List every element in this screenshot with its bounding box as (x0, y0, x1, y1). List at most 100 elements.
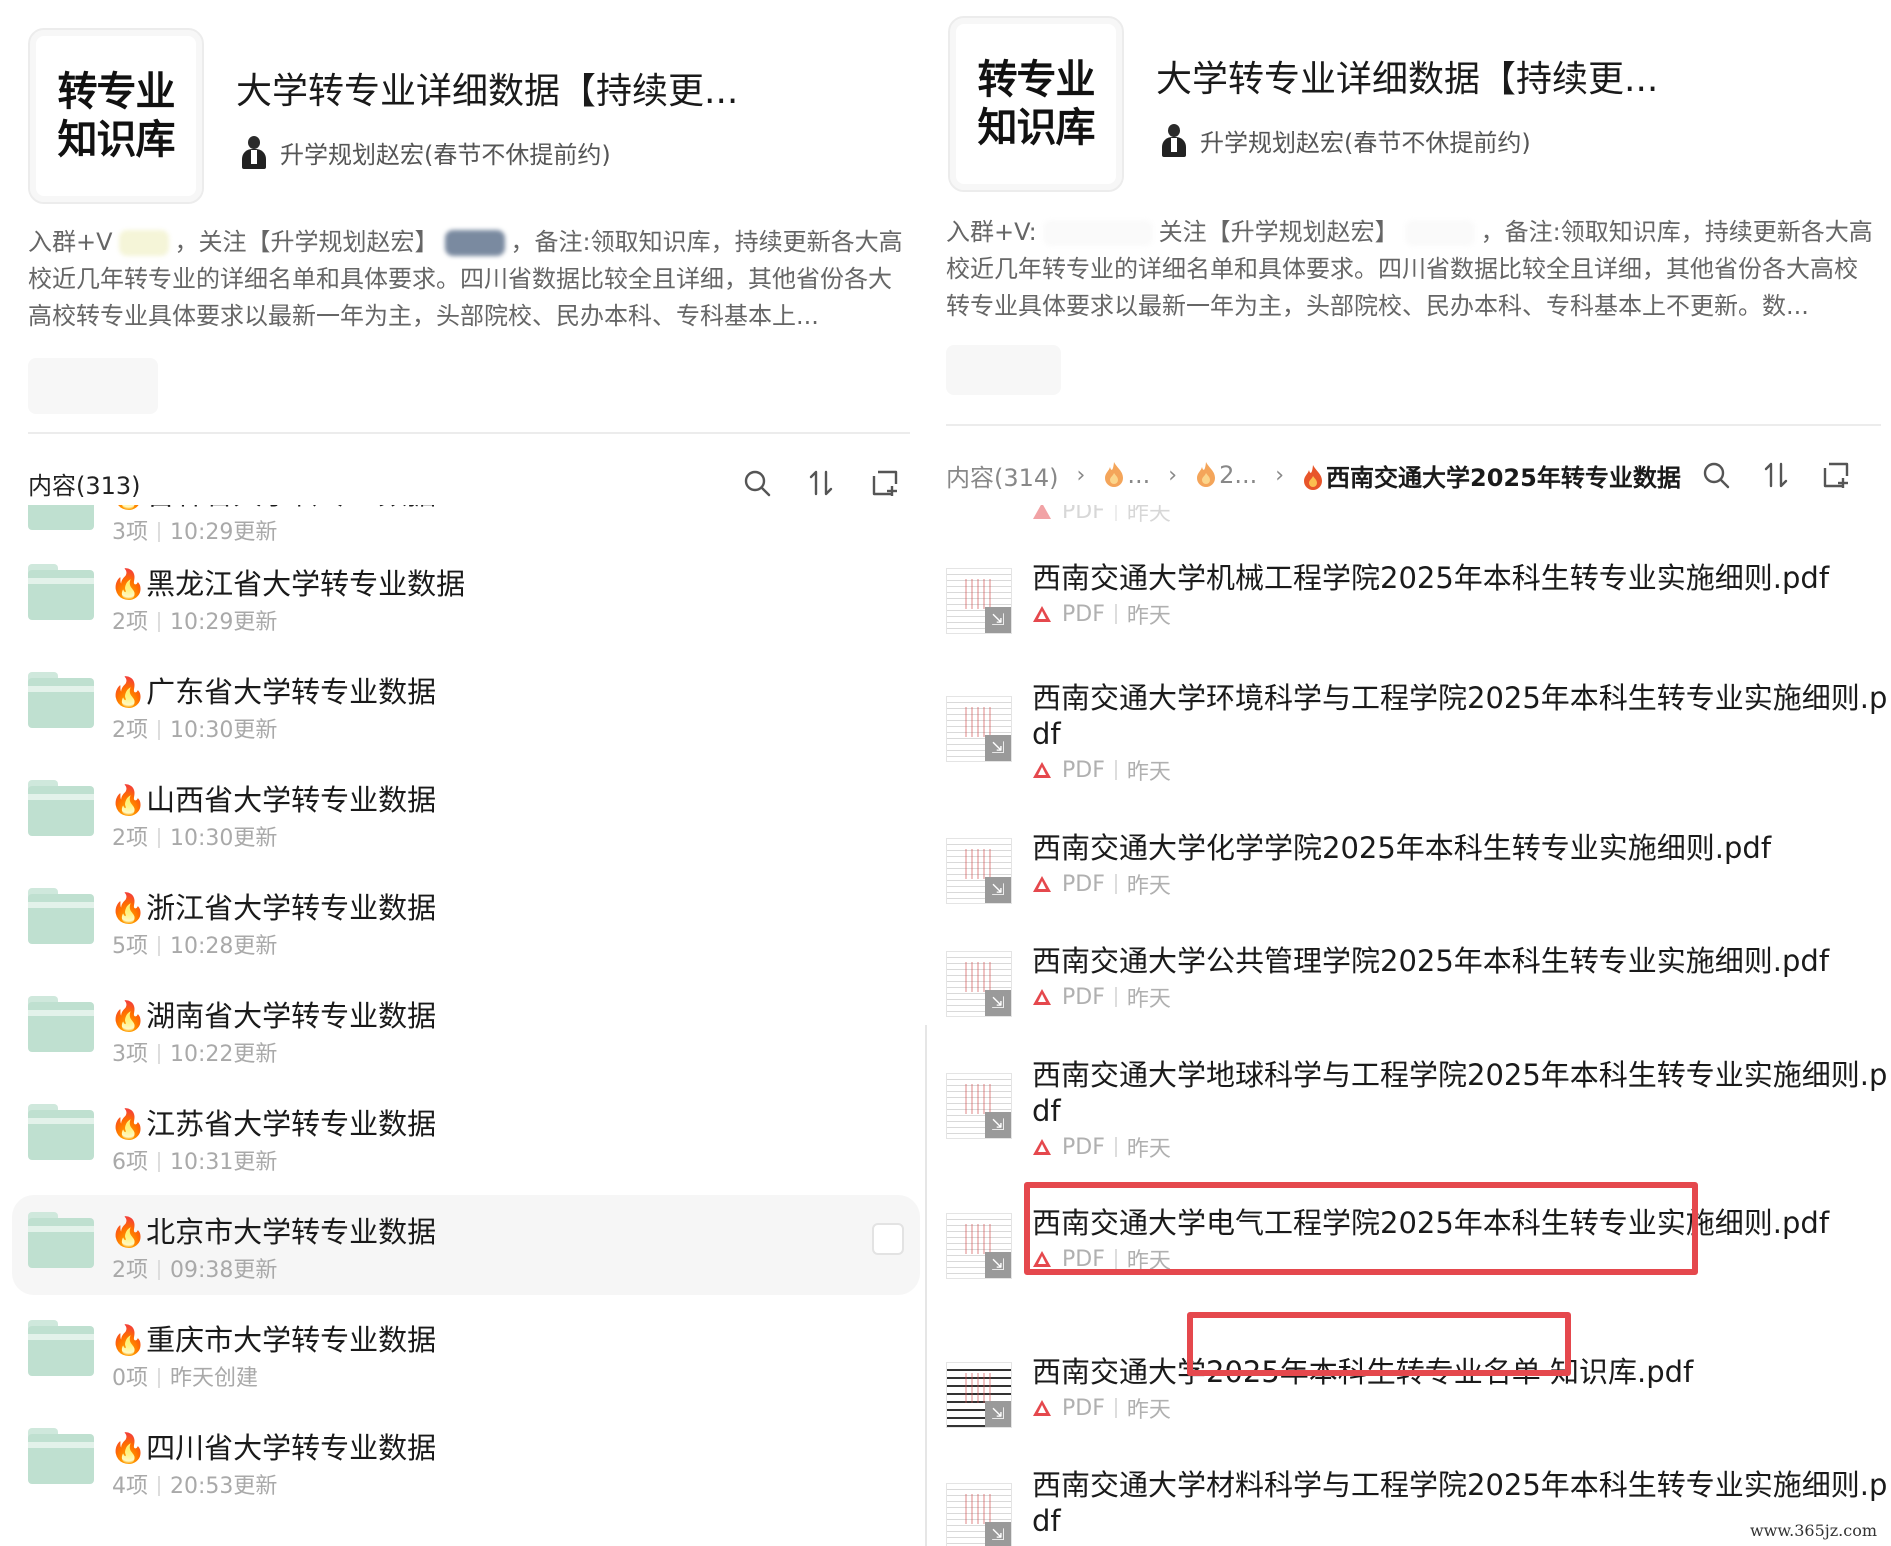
kb-author[interactable]: 升学规划赵宏(春节不休提前约) (240, 134, 611, 170)
folder-row[interactable]: 🔥山西省大学转专业数据 2项 10:30更新 (12, 763, 920, 863)
file-time: 昨天 (1126, 1137, 1171, 1162)
file-time: 昨天 (1126, 987, 1171, 1012)
right-knowledge-base-panel: 转专业 知识库 大学转专业详细数据【持续更... 升学规划赵宏(春节不休提前约)… (930, 0, 1891, 1546)
folder-icon (28, 996, 94, 1052)
add-folder-icon[interactable] (870, 468, 900, 498)
author-name: 升学规划赵宏(春节不休提前约) (280, 140, 611, 169)
folder-count: 3项 (112, 1042, 148, 1067)
folder-name: 🔥湖南省大学转专业数据 (110, 999, 437, 1033)
pdf-thumbnail: ⇲ (946, 951, 1012, 1017)
pdf-icon (1033, 989, 1051, 1005)
file-meta: PDF 昨天 (1032, 868, 1171, 900)
folder-time: 10:22更新 (170, 1042, 278, 1067)
breadcrumb: 内容(314) › ... › 2... › 西南交通大学2025年转专业数据 (946, 458, 1681, 493)
folder-name: 🔥广东省大学转专业数据 (110, 675, 437, 709)
file-name: 西南交通大学环境科学与工程学院2025年本科生转专业实施细则.pdf (1032, 681, 1888, 751)
folder-row[interactable]: 🔥北京市大学转专业数据 2项 09:38更新 (12, 1195, 920, 1295)
pdf-icon (1033, 1139, 1051, 1155)
file-row[interactable]: ⇲ 西南交通大学化学学院2025年本科生转专业实施细则.pdf PDF 昨天 (946, 830, 1881, 920)
redacted-wechat (118, 230, 169, 256)
avatar (240, 134, 268, 170)
sort-icon[interactable] (1761, 460, 1791, 490)
folder-name: 🔥四川省大学转专业数据 (110, 1431, 437, 1465)
divider (946, 424, 1881, 426)
folder-meta: 6项 10:31更新 (112, 1144, 277, 1176)
file-meta: PDF 昨天 (1032, 505, 1171, 527)
folder-icon (28, 505, 94, 530)
file-name: 西南交通大学地球科学与工程学院2025年本科生转专业实施细则.pdf (1032, 1058, 1888, 1128)
kb-logo-line2: 知识库 (977, 105, 1096, 151)
folder-name: 🔥黑龙江省大学转专业数据 (110, 567, 466, 601)
file-time: 昨天 (1126, 1249, 1171, 1274)
kb-tag-placeholder (946, 345, 1061, 395)
file-type: PDF (1062, 505, 1105, 524)
breadcrumb-current-label: 西南交通大学2025年转专业数据 (1326, 463, 1681, 492)
folder-time: 昨天创建 (170, 1366, 259, 1391)
file-row[interactable]: ⇲ 西南交通大学2025年本科生转专业名单 知识库.pdf PDF 昨天 (946, 1354, 1881, 1444)
folder-meta: 4项 20:53更新 (112, 1468, 277, 1500)
folder-meta: 2项 10:29更新 (112, 604, 277, 636)
folder-count: 2项 (112, 610, 148, 635)
search-icon[interactable] (742, 468, 772, 498)
pdf-icon (1033, 876, 1051, 892)
folder-time: 10:30更新 (170, 826, 278, 851)
folder-row[interactable]: 🔥湖南省大学转专业数据 3项 10:22更新 (12, 979, 920, 1079)
folder-name: 🔥吉林省大学转专业数据 (110, 505, 436, 513)
chevron-right-icon: › (1275, 462, 1285, 488)
file-row[interactable]: ⇲ 西南交通大学地球科学与工程学院2025年本科生转专业实施细则.pdf PDF… (946, 1057, 1887, 1177)
add-folder-icon[interactable] (1821, 460, 1851, 490)
pdf-thumbnail: ⇲ (946, 1483, 1012, 1546)
folder-time: 10:31更新 (170, 1150, 278, 1175)
pdf-thumbnail: ⇲ (946, 1213, 1012, 1279)
pdf-thumbnail: ⇲ (946, 1073, 1012, 1139)
kb-author[interactable]: 升学规划赵宏(春节不休提前约) (1160, 122, 1531, 158)
kb-title[interactable]: 大学转专业详细数据【持续更... (1156, 50, 1658, 102)
desc-part1: 入群+V: (946, 218, 1037, 246)
content-bar: 内容(314) › ... › 2... › 西南交通大学2025年转专业数据 (946, 452, 1861, 498)
folder-row[interactable]: 🔥四川省大学转专业数据 4项 20:53更新 (12, 1411, 920, 1511)
file-row-partial[interactable]: PDF 昨天 (946, 505, 1881, 526)
kb-title[interactable]: 大学转专业详细数据【持续更... (236, 62, 738, 114)
kb-logo-line1: 转专业 (977, 57, 1096, 103)
author-name: 升学规划赵宏(春节不休提前约) (1200, 128, 1531, 157)
file-row[interactable]: ⇲ 西南交通大学环境科学与工程学院2025年本科生转专业实施细则.pdf PDF… (946, 680, 1887, 800)
divider (28, 432, 910, 434)
folder-row[interactable]: 🔥重庆市大学转专业数据 0项 昨天创建 (12, 1303, 920, 1403)
file-row[interactable]: ⇲ 西南交通大学公共管理学院2025年本科生转专业实施细则.pdf PDF 昨天 (946, 943, 1881, 1033)
fire-icon (1105, 462, 1124, 487)
folder-row[interactable]: 🔥黑龙江省大学转专业数据 2项 10:29更新 (12, 547, 920, 647)
folder-list: 🔥吉林省大学转专业数据 3项 10:29更新 🔥黑龙江省大学转专业数据 2项 10:… (10, 505, 920, 1546)
breadcrumb-root[interactable]: 内容(314) (946, 458, 1059, 493)
pdf-thumbnail: ⇲ (946, 1362, 1012, 1428)
folder-count: 5项 (112, 934, 148, 959)
search-icon[interactable] (1701, 460, 1731, 490)
file-row[interactable]: ⇲ 西南交通大学电气工程学院2025年本科生转专业实施细则.pdf PDF 昨天 (946, 1205, 1881, 1295)
breadcrumb-level2-label: 2... (1219, 461, 1258, 489)
folder-count: 2项 (112, 1258, 148, 1283)
file-name: 西南交通大学化学学院2025年本科生转专业实施细则.pdf (1032, 831, 1772, 865)
folder-count: 2项 (112, 826, 148, 851)
pdf-thumbnail: ⇲ (946, 696, 1012, 762)
folder-row[interactable]: 🔥广东省大学转专业数据 2项 10:30更新 (12, 655, 920, 755)
folder-time: 10:29更新 (170, 610, 278, 635)
chevron-right-icon: › (1076, 462, 1086, 488)
pdf-icon (1033, 606, 1051, 622)
file-type: PDF (1062, 757, 1105, 783)
file-meta: PDF 昨天 (1032, 981, 1171, 1013)
file-row[interactable]: ⇲ 西南交通大学材料科学与工程学院2025年本科生转专业实施细则.pdf PDF… (946, 1467, 1887, 1546)
file-type: PDF (1062, 1134, 1105, 1160)
sort-icon[interactable] (806, 468, 836, 498)
file-meta: PDF 昨天 (1032, 598, 1171, 630)
kb-header: 转专业 知识库 大学转专业详细数据【持续更... 升学规划赵宏(春节不休提前约) (948, 16, 1871, 196)
folder-row[interactable]: 🔥浙江省大学转专业数据 5项 10:28更新 (12, 871, 920, 971)
breadcrumb-level2[interactable]: 2... (1195, 461, 1257, 489)
breadcrumb-level1[interactable]: ... (1103, 461, 1150, 489)
folder-row[interactable]: 🔥江苏省大学转专业数据 6项 10:31更新 (12, 1087, 920, 1187)
folder-count: 0项 (112, 1366, 148, 1391)
breadcrumb-current: 西南交通大学2025年转专业数据 (1302, 458, 1681, 493)
kb-logo: 转专业 知识库 (28, 28, 204, 204)
folder-icon (28, 1104, 94, 1160)
row-checkbox[interactable] (872, 1223, 904, 1255)
file-row[interactable]: ⇲ 西南交通大学机械工程学院2025年本科生转专业实施细则.pdf PDF 昨天 (946, 560, 1881, 650)
pdf-thumbnail: ⇲ (946, 568, 1012, 634)
